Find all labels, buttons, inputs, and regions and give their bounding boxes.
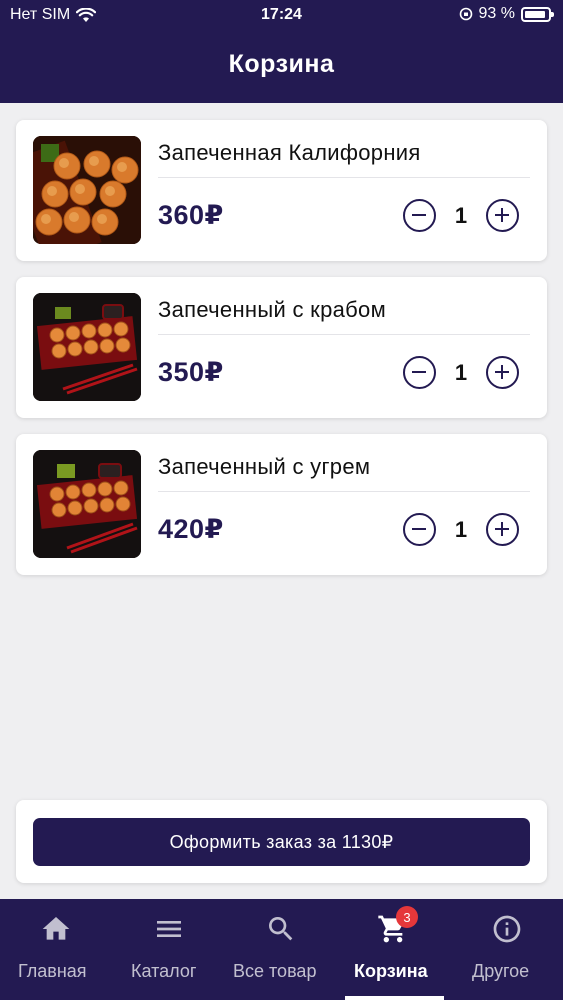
tab-bar: Главная Каталог Все товар Корзина Другое: [0, 899, 563, 1000]
home-icon: [42, 917, 70, 940]
active-tab-indicator: [345, 996, 444, 1000]
decrease-quantity-button[interactable]: [403, 513, 436, 546]
status-bar: Нет SIM 17:24 93 %: [0, 0, 563, 30]
product-name: Запеченная Калифорния: [158, 140, 421, 165]
tab-catalog[interactable]: Каталог: [112, 899, 225, 1000]
tab-cart[interactable]: Корзина: [337, 899, 450, 1000]
battery-percent: 93 %: [478, 5, 515, 22]
divider: [158, 334, 530, 335]
decrease-quantity-button[interactable]: [403, 356, 436, 389]
product-name: Запеченный с крабом: [158, 297, 387, 322]
increase-quantity-button[interactable]: [486, 513, 519, 546]
tab-label: Главная: [18, 961, 87, 981]
increase-quantity-button[interactable]: [486, 199, 519, 232]
quantity-value: 1: [454, 360, 468, 385]
page-title: Корзина: [228, 50, 335, 78]
tab-other[interactable]: Другое: [450, 899, 563, 1000]
tab-label: Корзина: [354, 961, 428, 981]
menu-icon: [157, 921, 181, 937]
product-price: 350₽: [158, 357, 224, 387]
info-icon: [493, 915, 521, 943]
place-order-button[interactable]: Оформить заказ за 1130₽: [33, 818, 530, 866]
quantity-value: 1: [454, 203, 468, 228]
battery-level: [525, 10, 546, 18]
product-price: 360₽: [158, 200, 224, 230]
app-header: Нет SIM 17:24 93 % Корзина: [0, 0, 563, 103]
cart-item: Запеченный с угрем 420₽ 1: [16, 434, 547, 575]
tab-label: Другое: [472, 961, 530, 981]
search-icon: [269, 917, 293, 941]
battery-icon: [521, 6, 554, 22]
tab-label: Каталог: [131, 961, 197, 981]
cart-count-badge: 3: [396, 906, 418, 928]
product-image[interactable]: [33, 450, 141, 558]
tab-home[interactable]: Главная: [0, 899, 112, 1000]
cart-item: Запеченный с крабом 350₽ 1: [16, 277, 547, 418]
order-panel: Оформить заказ за 1130₽: [16, 800, 547, 883]
product-name: Запеченный с угрем: [158, 454, 371, 479]
product-image[interactable]: [33, 136, 141, 244]
increase-quantity-button[interactable]: [486, 356, 519, 389]
status-right: 93 %: [459, 5, 554, 23]
divider: [158, 491, 530, 492]
orientation-lock-icon: [459, 7, 472, 21]
quantity-value: 1: [454, 517, 468, 542]
product-price: 420₽: [158, 514, 224, 544]
tab-label: Все товар: [233, 961, 317, 981]
tab-all-products[interactable]: Все товар: [225, 899, 337, 1000]
divider: [158, 177, 530, 178]
decrease-quantity-button[interactable]: [403, 199, 436, 232]
cart-item: Запеченная Калифорния 360₽ 1: [16, 120, 547, 261]
product-image[interactable]: [33, 293, 141, 401]
